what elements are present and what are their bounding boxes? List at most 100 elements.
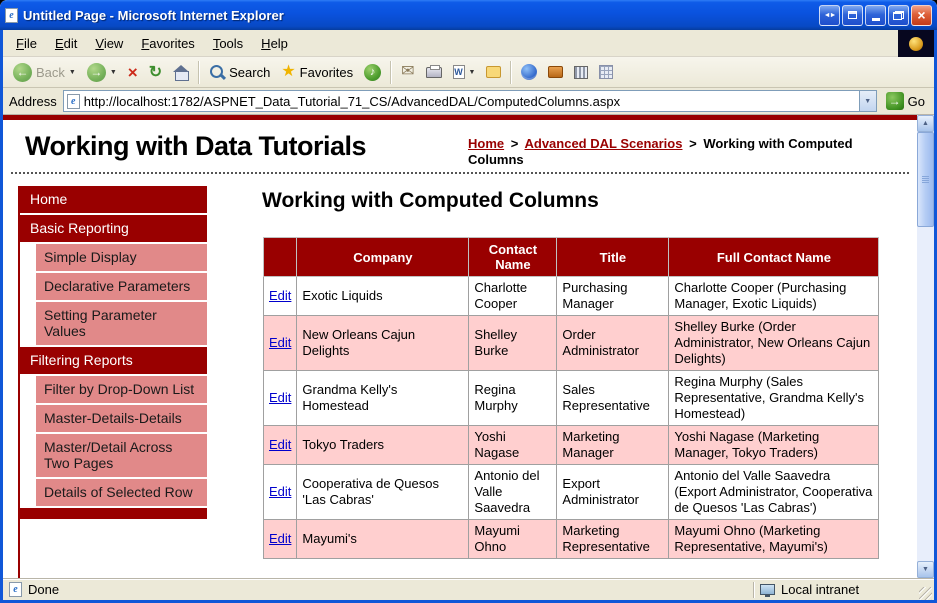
home-button[interactable] (168, 63, 194, 81)
sidebar-item-master-details-details[interactable]: Master-Details-Details (36, 405, 207, 432)
cell-full-contact: Mayumi Ohno (Marketing Representative, M… (668, 519, 880, 559)
media-button[interactable]: ♪ (359, 62, 386, 83)
print-button[interactable] (421, 64, 447, 80)
menu-help[interactable]: Help (252, 30, 297, 56)
search-button[interactable]: Search (204, 62, 275, 82)
cell-contact: Shelley Burke (468, 315, 558, 371)
title-bar[interactable]: Untitled Page - Microsoft Internet Explo… (0, 0, 937, 30)
edit-link[interactable]: Edit (269, 390, 291, 405)
mail-icon: ✉ (401, 63, 415, 80)
cell-contact: Yoshi Nagase (468, 425, 558, 465)
favorites-button[interactable]: ★ Favorites (276, 62, 358, 82)
sidebar-section-filtering-reports[interactable]: Filtering Reports (20, 347, 207, 374)
sidebar-item-master-detail-across-two-pages[interactable]: Master/Detail Across Two Pages (36, 434, 207, 477)
go-button[interactable]: → Go (883, 91, 928, 111)
menu-edit[interactable]: Edit (46, 30, 86, 56)
breadcrumb-section-link[interactable]: Advanced DAL Scenarios (524, 136, 682, 151)
breadcrumb: Home > Advanced DAL Scenarios > Working … (468, 136, 906, 168)
research-button[interactable] (516, 62, 542, 82)
table-row: Edit New Orleans Cajun Delights Shelley … (262, 315, 880, 371)
window-switch-button[interactable] (842, 4, 863, 26)
page-title: Working with Computed Columns (262, 189, 599, 212)
status-text: Done (28, 582, 60, 597)
stop-icon: × (127, 62, 138, 82)
window-title: Untitled Page - Microsoft Internet Explo… (23, 7, 284, 23)
cell-title: Order Administrator (556, 315, 670, 371)
browser-window: Untitled Page - Microsoft Internet Explo… (0, 0, 937, 603)
table-row: Edit Mayumi's Mayumi Ohno Marketing Repr… (262, 519, 880, 559)
window-border (0, 30, 3, 603)
breadcrumb-home-link[interactable]: Home (468, 136, 504, 151)
sidebar-item-details-of-selected-row[interactable]: Details of Selected Row (36, 479, 207, 506)
grid-button[interactable] (594, 63, 618, 81)
scrollbar-thumb[interactable] (917, 132, 934, 227)
cell-full-contact: Charlotte Cooper (Purchasing Manager, Ex… (668, 276, 880, 316)
cell-contact: Regina Murphy (468, 370, 558, 426)
menu-favorites[interactable]: Favorites (132, 30, 203, 56)
globe-icon (521, 64, 538, 80)
col-header-contact-name: Contact Name (468, 237, 558, 277)
address-dropdown-button[interactable]: ▼ (858, 91, 876, 111)
edit-link[interactable]: Edit (269, 335, 291, 350)
edit-link[interactable]: Edit (269, 531, 291, 546)
building-button[interactable] (569, 64, 593, 81)
window-nav-pair-button[interactable]: ◄► (819, 4, 840, 26)
back-label: Back (36, 64, 65, 80)
security-zone-text: Local intranet (781, 582, 860, 597)
back-icon: ← (13, 62, 32, 82)
menu-tools[interactable]: Tools (204, 30, 252, 56)
window-icon (848, 11, 857, 19)
address-url-text: http://localhost:1782/ASPNET_Data_Tutori… (83, 93, 621, 109)
col-header-edit (262, 237, 298, 277)
cell-title: Purchasing Manager (556, 276, 670, 316)
status-zone-panel: Local intranet (754, 582, 919, 597)
cell-company: Exotic Liquids (296, 276, 470, 316)
edit-link[interactable]: Edit (269, 437, 291, 452)
discuss-button[interactable] (481, 64, 506, 80)
resize-grip[interactable] (919, 587, 932, 600)
back-button[interactable]: ← Back ▼ (8, 61, 81, 84)
building-icon (574, 65, 589, 79)
status-bar: Done Local intranet (3, 578, 934, 600)
menu-bar: File Edit View Favorites Tools Help (3, 30, 934, 57)
sidebar-item-simple-display[interactable]: Simple Display (36, 244, 207, 271)
sidebar-section-partial[interactable] (20, 508, 207, 519)
sidebar-section-basic-reporting[interactable]: Basic Reporting (20, 215, 207, 242)
minimize-button[interactable] (865, 4, 886, 26)
toolbar-separator (390, 60, 393, 84)
table-row: Edit Tokyo Traders Yoshi Nagase Marketin… (262, 425, 880, 465)
site-title: Working with Data Tutorials (25, 131, 367, 161)
scroll-up-button[interactable]: ▲ (917, 115, 934, 132)
home-icon (173, 65, 190, 81)
address-input[interactable]: http://localhost:1782/ASPNET_Data_Tutori… (62, 90, 877, 112)
close-icon: × (917, 7, 926, 23)
briefcase-button[interactable] (543, 64, 568, 80)
menu-view[interactable]: View (86, 30, 132, 56)
breadcrumb-separator: > (510, 136, 519, 151)
sidebar-item-setting-parameter-values[interactable]: Setting Parameter Values (36, 302, 207, 345)
sidebar-item-declarative-parameters[interactable]: Declarative Parameters (36, 273, 207, 300)
close-button[interactable]: × (911, 4, 932, 26)
menu-file[interactable]: File (7, 30, 46, 56)
stop-button[interactable]: × (123, 62, 143, 83)
edit-link[interactable]: Edit (269, 288, 291, 303)
col-header-company: Company (296, 237, 470, 277)
refresh-button[interactable]: ↻ (144, 60, 167, 84)
scroll-down-button[interactable]: ▼ (917, 561, 934, 578)
standard-toolbar: ← Back ▼ → ▼ × ↻ Search ★ Favorites ♪ ✉ … (3, 57, 934, 88)
restore-icon (893, 10, 904, 20)
edit-in-word-button[interactable]: W ▼ (448, 63, 481, 81)
favorites-star-icon: ★ (281, 63, 296, 80)
go-arrow-icon: → (885, 92, 904, 110)
ie-page-icon (5, 7, 18, 23)
vertical-scrollbar[interactable]: ▲ ▼ (917, 115, 934, 578)
sidebar-item-filter-by-dropdown-list[interactable]: Filter by Drop-Down List (36, 376, 207, 403)
windows-throbber (898, 30, 934, 57)
sidebar-item-home[interactable]: Home (20, 186, 207, 213)
grid-header-row: Company Contact Name Title Full Contact … (262, 237, 880, 277)
forward-button[interactable]: → ▼ (82, 61, 122, 84)
edit-link[interactable]: Edit (269, 484, 291, 499)
mail-button[interactable]: ✉ (396, 62, 419, 82)
restore-button[interactable] (888, 4, 909, 26)
cell-contact: Mayumi Ohno (468, 519, 558, 559)
